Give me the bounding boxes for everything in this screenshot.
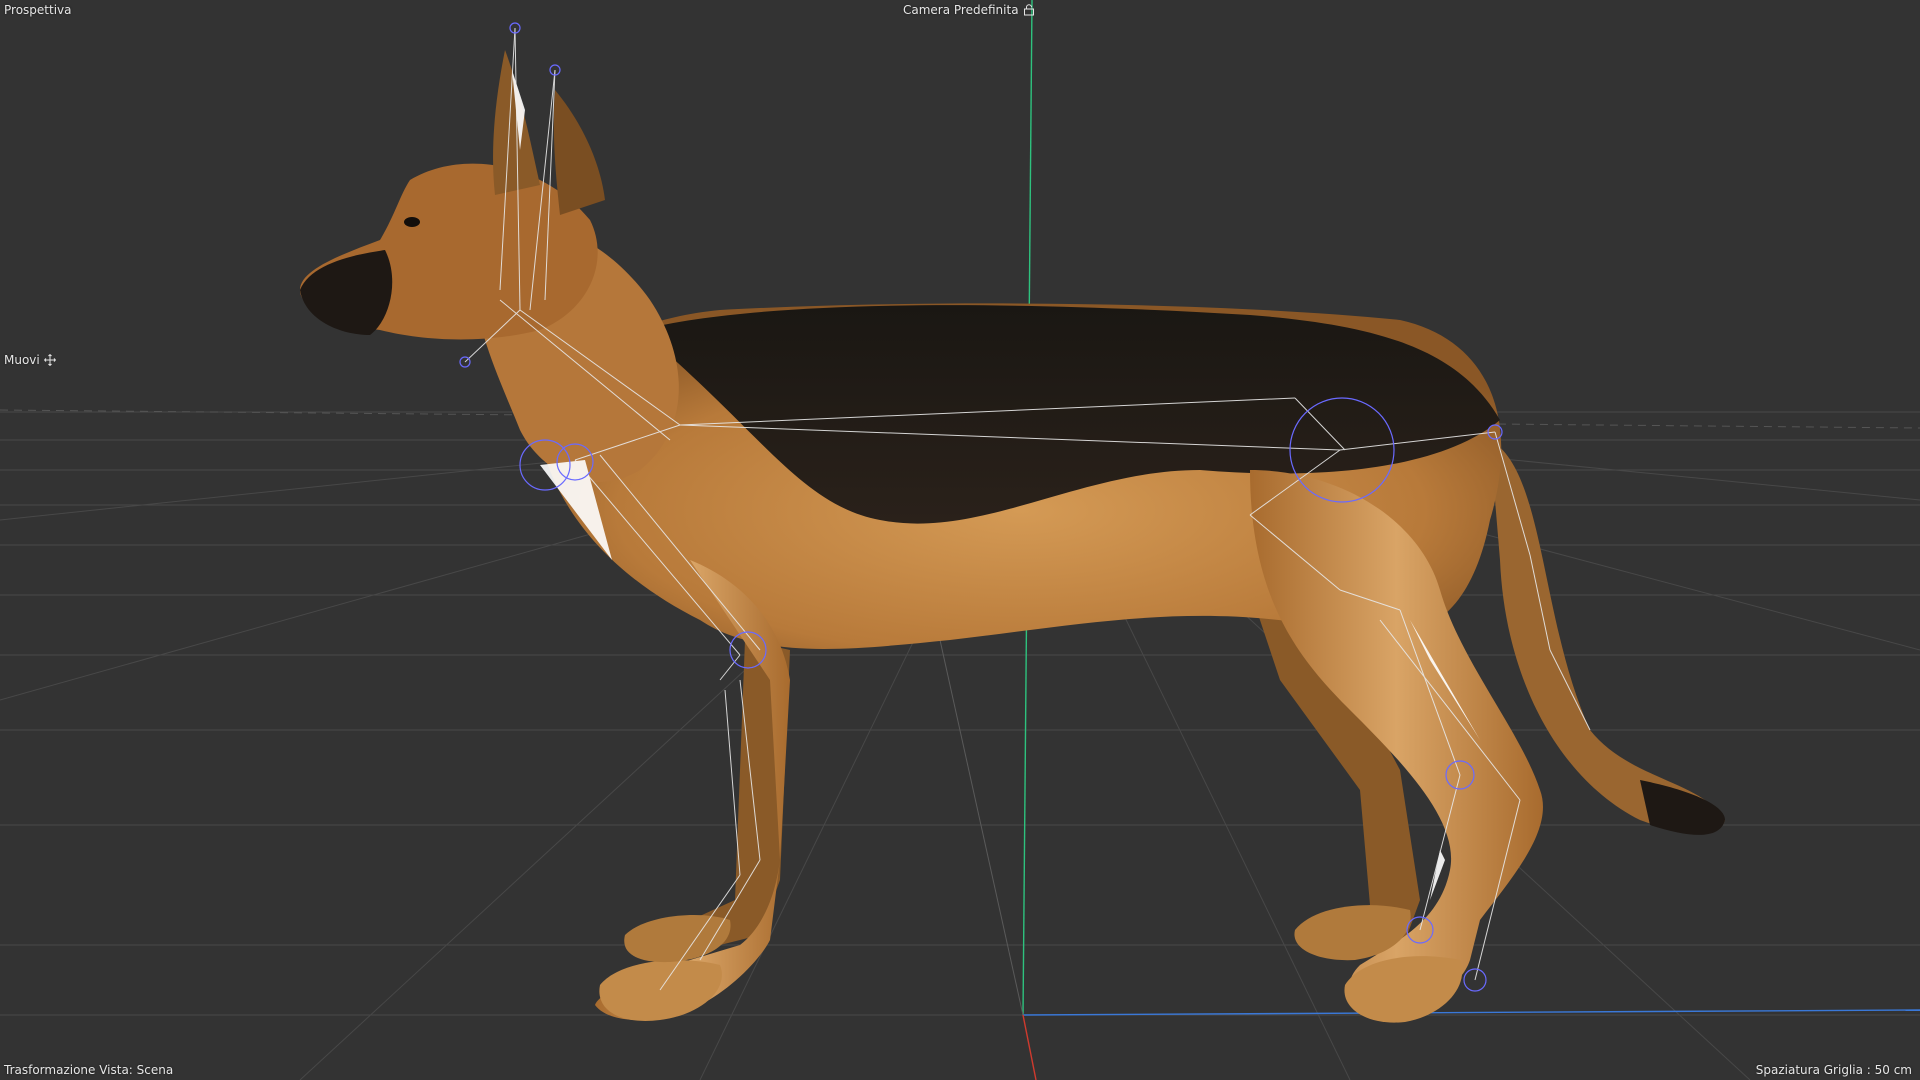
dog-ear-right [553, 90, 605, 215]
dog-model[interactable] [300, 50, 1725, 1023]
3d-viewport[interactable]: Prospettiva Camera Predefinita Muovi Tra… [0, 0, 1920, 1080]
ground-diagonal-line [939, 639, 1024, 1016]
camera-lock-icon[interactable] [1023, 4, 1035, 16]
dog-muzzle [300, 250, 393, 335]
active-tool-indicator[interactable]: Muovi [4, 353, 56, 367]
view-transform-label: Trasformazione Vista: Scena [4, 1063, 174, 1077]
scene-canvas[interactable] [0, 0, 1920, 1080]
z-axis-line [1022, 1009, 1920, 1016]
view-mode-label[interactable]: Prospettiva [4, 3, 72, 17]
dog-eye [404, 217, 420, 227]
camera-selector[interactable]: Camera Predefinita [903, 3, 1035, 17]
x-axis-line [1022, 1014, 1037, 1080]
move-icon [43, 354, 56, 366]
tool-label: Muovi [4, 353, 40, 367]
grid-spacing-label: Spaziatura Griglia : 50 cm [1755, 1063, 1912, 1077]
camera-label: Camera Predefinita [903, 3, 1019, 17]
dog-front-paw [599, 960, 722, 1021]
